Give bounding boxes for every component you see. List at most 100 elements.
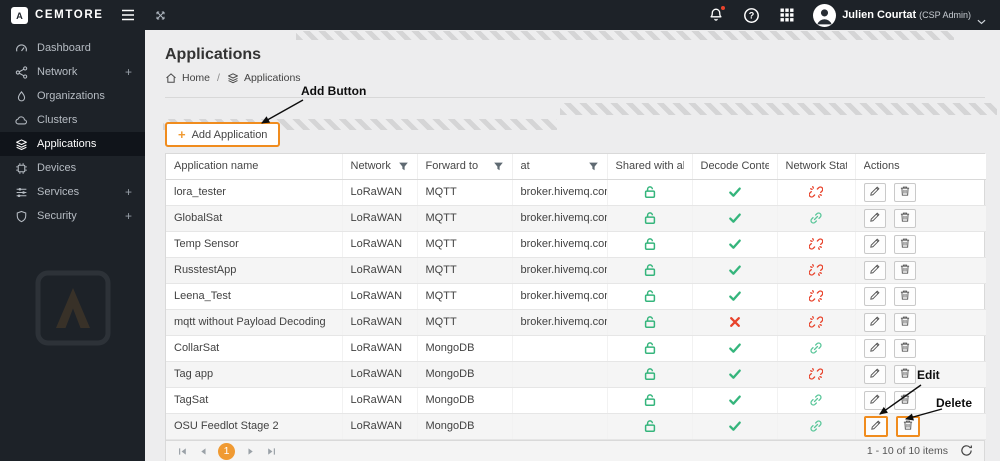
cell-forward-to: MongoDB — [417, 335, 513, 362]
refresh-icon[interactable] — [960, 444, 974, 458]
breadcrumb: Home / Applications — [165, 72, 985, 98]
delete-button[interactable] — [893, 364, 916, 384]
user-name: Julien Courtat (CSP Admin) — [842, 9, 971, 21]
stripe-decoration — [296, 31, 954, 40]
add-application-button[interactable]: + Add Application — [165, 122, 281, 147]
lock-icon — [643, 185, 657, 199]
cell-network: LoRaWAN — [342, 205, 418, 232]
cell-network-status — [777, 283, 856, 310]
cell-decode-content — [692, 361, 778, 388]
check-icon — [728, 419, 742, 433]
edit-button[interactable] — [863, 415, 888, 437]
edit-button[interactable] — [863, 182, 886, 202]
lock-icon — [643, 237, 657, 251]
edit-button[interactable] — [863, 364, 886, 384]
trash-icon — [899, 341, 911, 356]
cell-at: broker.hivemq.com — [512, 179, 608, 206]
cell-network: LoRaWAN — [342, 283, 418, 310]
chevron-down-icon — [977, 12, 986, 25]
delete-button[interactable] — [893, 312, 916, 332]
expand-plus-icon[interactable]: + — [125, 185, 132, 199]
brand-name: CEMTORE — [35, 9, 104, 21]
sidebar-item-security[interactable]: Security + — [0, 204, 145, 228]
trash-icon — [899, 263, 911, 278]
next-page-button[interactable] — [240, 442, 260, 460]
filter-icon[interactable] — [588, 161, 599, 172]
pagination-bar: 1 1 - 10 of 10 items — [166, 439, 984, 461]
delete-button[interactable] — [893, 208, 916, 228]
lock-icon — [643, 341, 657, 355]
sidebar-item-applications[interactable]: Applications — [0, 132, 145, 156]
sidebar-item-network[interactable]: Network + — [0, 60, 145, 84]
cell-at — [512, 361, 608, 388]
help-icon[interactable]: ? — [743, 7, 760, 24]
broken-link-icon — [809, 315, 823, 329]
cell-network: LoRaWAN — [342, 257, 418, 284]
main-content: Applications Home / Applications + Add A… — [145, 30, 1000, 461]
filter-icon[interactable] — [398, 161, 409, 172]
sidebar-item-devices[interactable]: Devices — [0, 156, 145, 180]
sidebar-item-services[interactable]: Services + — [0, 180, 145, 204]
table-header-row: Application name Network Forward to at S… — [166, 154, 986, 180]
apps-grid-icon[interactable] — [779, 8, 794, 23]
cell-application-name: Tag app — [166, 361, 343, 388]
edit-button[interactable] — [863, 286, 886, 306]
sidebar-item-organizations[interactable]: Organizations — [0, 84, 145, 108]
table-row: OSU Feedlot Stage 2 LoRaWAN MongoDB — [166, 413, 986, 440]
edit-button[interactable] — [863, 234, 886, 254]
delete-button[interactable] — [893, 390, 916, 410]
filter-icon[interactable] — [493, 161, 504, 172]
delete-button[interactable] — [893, 338, 916, 358]
collapse-icon[interactable] — [154, 8, 168, 22]
breadcrumb-home[interactable]: Home — [182, 72, 210, 84]
edit-button[interactable] — [863, 338, 886, 358]
cell-actions — [855, 179, 986, 206]
lock-icon — [643, 419, 657, 433]
cell-at — [512, 387, 608, 414]
network-icon — [15, 65, 28, 79]
cell-application-name: GlobalSat — [166, 205, 343, 232]
check-icon — [728, 237, 742, 251]
applications-icon — [15, 138, 28, 151]
cell-network: LoRaWAN — [342, 179, 418, 206]
column-header-network-status: Network Status — [777, 154, 856, 180]
link-icon — [809, 393, 823, 407]
edit-button[interactable] — [863, 390, 886, 410]
applications-table: Application name Network Forward to at S… — [166, 154, 986, 440]
table-row: lora_tester LoRaWAN MQTT broker.hivemq.c… — [166, 179, 986, 206]
column-header-decode-content: Decode Content — [692, 154, 778, 180]
delete-button[interactable] — [893, 182, 916, 202]
expand-plus-icon[interactable]: + — [125, 209, 132, 223]
annotation-add-button: Add Button — [301, 84, 367, 98]
sidebar-item-dashboard[interactable]: Dashboard — [0, 36, 145, 60]
hamburger-menu-icon[interactable] — [120, 9, 136, 21]
edit-button[interactable] — [863, 260, 886, 280]
column-header-network: Network — [342, 154, 418, 180]
previous-page-button[interactable] — [193, 442, 213, 460]
notifications-bell-icon[interactable] — [708, 5, 727, 23]
table-body: lora_tester LoRaWAN MQTT broker.hivemq.c… — [166, 179, 986, 440]
table-row: Tag app LoRaWAN MongoDB — [166, 361, 986, 388]
delete-button[interactable] — [895, 415, 920, 437]
broken-link-icon — [809, 237, 823, 251]
link-icon — [809, 211, 823, 225]
first-page-button[interactable] — [172, 442, 192, 460]
edit-button[interactable] — [863, 208, 886, 228]
cell-network: LoRaWAN — [342, 361, 418, 388]
lock-icon — [643, 393, 657, 407]
cell-actions — [855, 309, 986, 336]
cell-decode-content — [692, 231, 778, 258]
trash-icon — [899, 315, 911, 330]
user-menu[interactable]: Julien Courtat (CSP Admin) — [813, 3, 986, 27]
cell-shared-with-all — [607, 309, 693, 336]
last-page-button[interactable] — [261, 442, 281, 460]
edit-button[interactable] — [863, 312, 886, 332]
table-row: RusstestApp LoRaWAN MQTT broker.hivemq.c… — [166, 257, 986, 284]
delete-button[interactable] — [893, 286, 916, 306]
delete-button[interactable] — [893, 234, 916, 254]
delete-button[interactable] — [893, 260, 916, 280]
sidebar-item-clusters[interactable]: Clusters — [0, 108, 145, 132]
current-page-button[interactable]: 1 — [218, 442, 235, 460]
cell-application-name: OSU Feedlot Stage 2 — [166, 413, 343, 440]
expand-plus-icon[interactable]: + — [125, 65, 132, 79]
